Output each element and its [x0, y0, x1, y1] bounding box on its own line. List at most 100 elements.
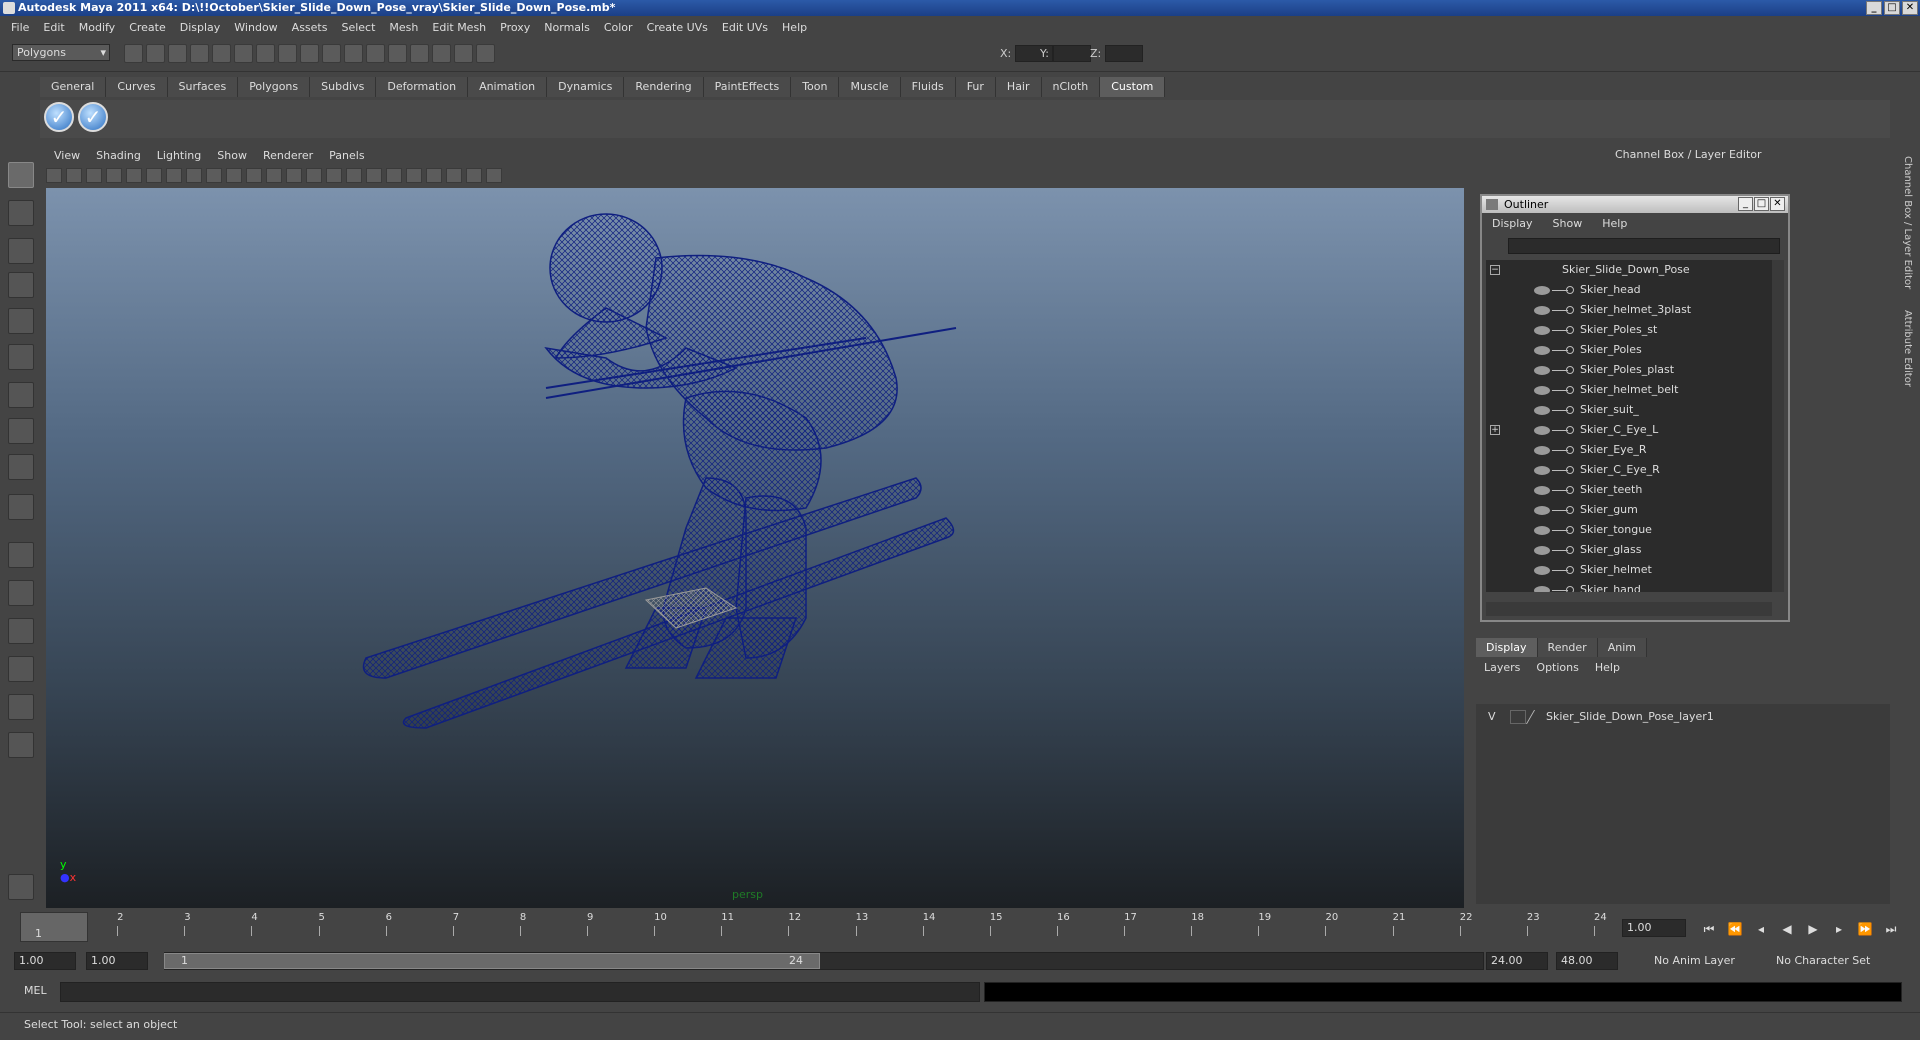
shelf-tab-toon[interactable]: Toon	[791, 77, 840, 97]
layout-outliner-icon[interactable]	[8, 618, 34, 644]
manipulator-tool-icon[interactable]	[8, 382, 34, 408]
outliner-maximize-button[interactable]: □	[1754, 197, 1769, 211]
smooth-shade-icon[interactable]	[306, 168, 322, 183]
grid-icon[interactable]	[146, 168, 162, 183]
viewport-menu-panels[interactable]: Panels	[321, 148, 372, 164]
field-chart-icon[interactable]	[226, 168, 242, 183]
outliner-menu-help[interactable]: Help	[1592, 217, 1637, 230]
outliner-row[interactable]: Skier_tongue	[1486, 520, 1772, 540]
viewport-menu-shading[interactable]: Shading	[88, 148, 149, 164]
snap-grid-icon[interactable]	[278, 44, 297, 63]
outliner-row[interactable]: Skier_helmet_3plast	[1486, 300, 1772, 320]
shelf-check-icon-2[interactable]: ✓	[78, 102, 108, 132]
default-light-icon[interactable]	[366, 168, 382, 183]
film-gate-icon[interactable]	[166, 168, 182, 183]
layer-visibility-toggle[interactable]: V	[1488, 708, 1496, 726]
layer-type-toggle[interactable]	[1510, 710, 1526, 724]
textured-icon[interactable]	[346, 168, 362, 183]
menu-window[interactable]: Window	[227, 21, 284, 34]
wire-on-shaded-icon[interactable]	[326, 168, 342, 183]
menu-assets[interactable]: Assets	[285, 21, 335, 34]
menu-edit-mesh[interactable]: Edit Mesh	[425, 21, 493, 34]
outliner-row[interactable]: Skier_Poles_plast	[1486, 360, 1772, 380]
menu-create[interactable]: Create	[122, 21, 173, 34]
menu-edit-uvs[interactable]: Edit UVs	[715, 21, 775, 34]
safe-action-icon[interactable]	[246, 168, 262, 183]
menu-display[interactable]: Display	[173, 21, 228, 34]
shelf-tab-rendering[interactable]: Rendering	[624, 77, 704, 97]
layout-four-icon[interactable]	[8, 580, 34, 606]
play-backwards-icon[interactable]: ◀	[1778, 921, 1796, 937]
two-d-pan-icon[interactable]	[126, 168, 142, 183]
render-settings-icon[interactable]	[454, 44, 473, 63]
playback-start-field[interactable]: 1.00	[86, 952, 148, 970]
command-language-label[interactable]: MEL	[24, 984, 47, 997]
outliner-horizontal-scrollbar[interactable]	[1486, 602, 1772, 616]
menu-modify[interactable]: Modify	[72, 21, 122, 34]
layer-menu-help[interactable]: Help	[1587, 660, 1628, 676]
layer-tab-render[interactable]: Render	[1537, 638, 1598, 657]
shelf-tab-surfaces[interactable]: Surfaces	[167, 77, 239, 97]
end-time-field[interactable]: 48.00	[1556, 952, 1618, 970]
image-plane-icon[interactable]	[106, 168, 122, 183]
current-frame-marker[interactable]: 1	[20, 912, 88, 942]
outliner-row[interactable]: Skier_head	[1486, 280, 1772, 300]
layer-menu-options[interactable]: Options	[1528, 660, 1586, 676]
layout-hypershade-icon[interactable]	[8, 694, 34, 720]
safe-title-icon[interactable]	[266, 168, 282, 183]
time-slider[interactable]: 123456789101112131415161718192021222324	[14, 912, 1618, 942]
outliner-row[interactable]: + Skier_C_Eye_L	[1486, 420, 1772, 440]
outliner-close-button[interactable]: ✕	[1770, 197, 1785, 211]
mode-selector[interactable]: Polygons	[12, 44, 110, 61]
shelf-tab-painteffects[interactable]: PaintEffects	[703, 77, 792, 97]
maximize-button[interactable]: □	[1884, 1, 1900, 15]
snap-live-icon[interactable]	[366, 44, 385, 63]
pick-mask-icon[interactable]	[256, 44, 275, 63]
outliner-row[interactable]: Skier_Poles_st	[1486, 320, 1772, 340]
layout-custom-icon[interactable]	[8, 732, 34, 758]
lasso-tool-icon[interactable]	[8, 200, 34, 226]
shelf-tab-ncloth[interactable]: nCloth	[1041, 77, 1101, 97]
current-time-field[interactable]: 1.00	[1622, 919, 1686, 937]
hypershade-icon[interactable]	[476, 44, 495, 63]
shelf-tab-fur[interactable]: Fur	[955, 77, 996, 97]
viewport-menu-lighting[interactable]: Lighting	[149, 148, 209, 164]
outliner-row[interactable]: Skier_C_Eye_R	[1486, 460, 1772, 480]
shelf-check-icon-1[interactable]: ✓	[44, 102, 74, 132]
ipr-render-icon[interactable]	[432, 44, 451, 63]
anim-layer-dropdown[interactable]: No Anim Layer	[1650, 952, 1770, 970]
viewport-menu-view[interactable]: View	[46, 148, 88, 164]
side-tab-channel-box[interactable]: Channel Box / Layer Editor	[1902, 156, 1913, 289]
select-hierarchy-icon[interactable]	[190, 44, 209, 63]
perspective-viewport[interactable]: y ●x persp	[46, 188, 1464, 908]
shelf-tab-fluids[interactable]: Fluids	[900, 77, 956, 97]
shelf-tab-curves[interactable]: Curves	[106, 77, 168, 97]
viewport-menu-renderer[interactable]: Renderer	[255, 148, 321, 164]
new-scene-icon[interactable]	[124, 44, 143, 63]
menu-create-uvs[interactable]: Create UVs	[640, 21, 715, 34]
select-component-icon[interactable]	[234, 44, 253, 63]
outliner-row[interactable]: Skier_glass	[1486, 540, 1772, 560]
outliner-minimize-button[interactable]: _	[1738, 197, 1753, 211]
move-tool-icon[interactable]	[8, 272, 34, 298]
expand-icon[interactable]: +	[1490, 425, 1500, 435]
minimize-button[interactable]: _	[1866, 1, 1882, 15]
play-forwards-icon[interactable]: ▶	[1804, 921, 1822, 937]
isolate-select-icon[interactable]	[426, 168, 442, 183]
outliner-vertical-scrollbar[interactable]	[1772, 260, 1784, 592]
side-tab-attribute-editor[interactable]: Attribute Editor	[1902, 310, 1913, 387]
snap-point-icon[interactable]	[322, 44, 341, 63]
camera-select-icon[interactable]	[46, 168, 62, 183]
layer-tab-display[interactable]: Display	[1476, 638, 1538, 657]
menu-color[interactable]: Color	[597, 21, 640, 34]
outliner-row[interactable]: Skier_Eye_R	[1486, 440, 1772, 460]
shadows-icon[interactable]	[406, 168, 422, 183]
outliner-row[interactable]: Skier_hand	[1486, 580, 1772, 592]
command-input[interactable]	[60, 982, 980, 1002]
hq-render-icon[interactable]	[486, 168, 502, 183]
scale-tool-icon[interactable]	[8, 344, 34, 370]
outliner-menu-display[interactable]: Display	[1482, 217, 1543, 230]
all-lights-icon[interactable]	[386, 168, 402, 183]
shelf-tab-dynamics[interactable]: Dynamics	[547, 77, 625, 97]
resolution-gate-icon[interactable]	[186, 168, 202, 183]
